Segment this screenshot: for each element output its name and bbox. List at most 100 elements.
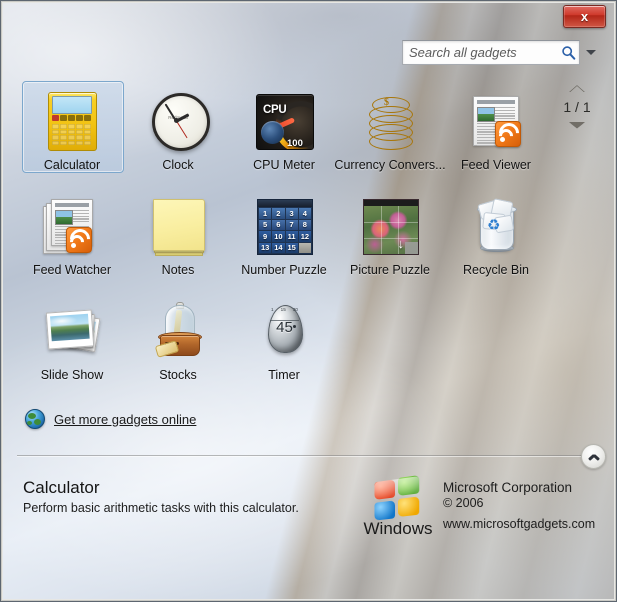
gadget-label: Currency Convers... — [334, 158, 446, 172]
gadget-item-feed-viewer[interactable]: Feed Viewer — [443, 81, 549, 186]
calculator-icon — [40, 89, 104, 153]
details-gadget-name: Calculator — [23, 478, 100, 497]
publisher-url: www.microsoftgadgets.com — [443, 517, 596, 531]
rss-icon — [494, 118, 524, 148]
rss-icon — [65, 224, 95, 254]
window-inner-frame: x Search all gadgets 1 / 1 Calculator Cl… — [2, 2, 615, 600]
gadget-gallery-window: x Search all gadgets 1 / 1 Calculator Cl… — [0, 0, 617, 602]
number-puzzle-icon: 1 2 3 4 5 6 7 8 9 10 11 12 13 14 15 — [252, 194, 316, 258]
details-panel: Calculator Perform basic arithmetic task… — [3, 456, 614, 599]
puzzle-tile: 15 — [285, 242, 298, 253]
page-down-button[interactable] — [569, 122, 585, 129]
page-count-label: 1 / 1 — [563, 99, 591, 115]
puzzle-tile: 13 — [259, 242, 272, 253]
publisher-block: Microsoft Corporation © 2006 www.microso… — [443, 480, 595, 531]
puzzle-tile-empty — [298, 242, 311, 253]
gadget-row: Calculator Redmond Clock — [19, 81, 549, 186]
puzzle-tile: 5 — [259, 219, 272, 230]
timer-tick: 30 — [292, 307, 298, 312]
gadget-grid: Calculator Redmond Clock — [19, 81, 549, 396]
gadget-label: Clock — [162, 158, 194, 172]
gadget-item-slide-show[interactable]: Slide Show — [19, 291, 125, 396]
globe-icon — [25, 409, 45, 429]
timer-tick: 15 — [280, 307, 286, 312]
gadget-item-feed-watcher[interactable]: Feed Watcher — [19, 186, 125, 291]
search-placeholder: Search all gadgets — [409, 45, 517, 60]
feed-viewer-icon — [464, 89, 528, 153]
puzzle-tile: 3 — [285, 208, 298, 219]
gadget-label: Feed Viewer — [461, 158, 531, 172]
puzzle-tile: 8 — [298, 219, 311, 230]
puzzle-tile: 10 — [272, 231, 285, 242]
recycle-bin-icon: ♻ — [464, 194, 528, 258]
close-icon: x — [580, 9, 589, 24]
cpu-meter-icon: CPU 100 — [252, 89, 316, 153]
puzzle-tile: 14 — [272, 242, 285, 253]
publisher-copyright: © 2006 — [443, 496, 484, 510]
get-more-gadgets-label: Get more gadgets online — [54, 411, 197, 427]
puzzle-tile: 4 — [298, 208, 311, 219]
gadget-label: CPU Meter — [253, 158, 315, 172]
get-more-gadgets-link[interactable]: Get more gadgets online — [25, 409, 196, 429]
gadget-label: Calculator — [43, 158, 101, 172]
search-input[interactable]: Search all gadgets — [402, 40, 580, 65]
gadget-label: Recycle Bin — [463, 263, 529, 277]
gadget-row: Slide Show Stocks 1 15 30 45 Timer — [19, 291, 549, 396]
puzzle-tile: 7 — [285, 219, 298, 230]
search-icon[interactable] — [557, 45, 579, 60]
gadget-item-clock[interactable]: Redmond Clock — [125, 81, 231, 186]
cpu-label-text: CPU — [263, 104, 287, 116]
timer-tick: 1 — [271, 307, 274, 312]
gadget-label: Slide Show — [40, 368, 104, 382]
close-button[interactable]: x — [563, 5, 606, 28]
currency-symbol: $ — [384, 97, 389, 108]
gadget-cell-empty — [337, 291, 443, 396]
puzzle-tile: 2 — [272, 208, 285, 219]
windows-brand-logo: Windows — [360, 475, 436, 539]
timer-value: 45 — [276, 319, 293, 336]
gadget-item-stocks[interactable]: Stocks — [125, 291, 231, 396]
puzzle-tile: 6 — [272, 219, 285, 230]
windows-flag-icon — [374, 475, 423, 524]
gadget-item-cpu-meter[interactable]: CPU 100 CPU Meter — [231, 81, 337, 186]
timer-icon: 1 15 30 45 — [252, 299, 316, 363]
gadget-row: Feed Watcher Notes 1 2 3 4 5 6 7 8 9 10 … — [19, 186, 549, 291]
chevron-down-icon — [586, 50, 596, 55]
stocks-icon — [146, 299, 210, 363]
page-up-button[interactable] — [569, 85, 585, 92]
puzzle-tiles: 1 2 3 4 5 6 7 8 9 10 11 12 13 14 15 — [259, 208, 311, 253]
picture-puzzle-arrow: ↓ — [397, 236, 405, 251]
gadget-item-currency-converter[interactable]: $ Currency Convers... — [334, 81, 446, 186]
currency-coins-icon: $ — [358, 89, 422, 153]
search-dropdown-button[interactable] — [582, 40, 600, 65]
gadget-cell-empty — [443, 291, 549, 396]
publisher-name: Microsoft Corporation — [443, 480, 573, 495]
search-area: Search all gadgets — [402, 40, 600, 65]
gadget-label: Timer — [268, 368, 300, 382]
puzzle-tile: 9 — [259, 231, 272, 242]
cpu-value-text: 100 — [287, 138, 303, 149]
puzzle-tile: 12 — [298, 231, 311, 242]
gadget-item-number-puzzle[interactable]: 1 2 3 4 5 6 7 8 9 10 11 12 13 14 15 Numb… — [231, 186, 337, 291]
recycle-symbol: ♻ — [487, 216, 501, 234]
gadget-label: Number Puzzle — [241, 263, 327, 277]
gadget-label: Feed Watcher — [32, 263, 112, 277]
gadget-item-picture-puzzle[interactable]: ↓ Picture Puzzle — [337, 186, 443, 291]
picture-puzzle-icon: ↓ — [358, 194, 422, 258]
notes-icon — [146, 194, 210, 258]
gadget-item-notes[interactable]: Notes — [125, 186, 231, 291]
windows-wordmark: Windows — [363, 519, 433, 538]
gadget-item-calculator[interactable]: Calculator — [19, 81, 125, 186]
puzzle-tile: 11 — [285, 231, 298, 242]
gadget-item-timer[interactable]: 1 15 30 45 Timer — [231, 291, 337, 396]
gadget-label: Stocks — [159, 368, 197, 382]
gadget-item-recycle-bin[interactable]: ♻ Recycle Bin — [443, 186, 549, 291]
gadget-label: Picture Puzzle — [350, 263, 430, 277]
clock-icon: Redmond — [146, 89, 210, 153]
details-gadget-description: Perform basic arithmetic tasks with this… — [23, 501, 299, 515]
gadget-label: Notes — [161, 263, 195, 277]
feed-watcher-icon — [40, 194, 104, 258]
page-navigator: 1 / 1 — [553, 85, 601, 129]
puzzle-tile: 1 — [259, 208, 272, 219]
slide-show-icon — [40, 299, 104, 363]
